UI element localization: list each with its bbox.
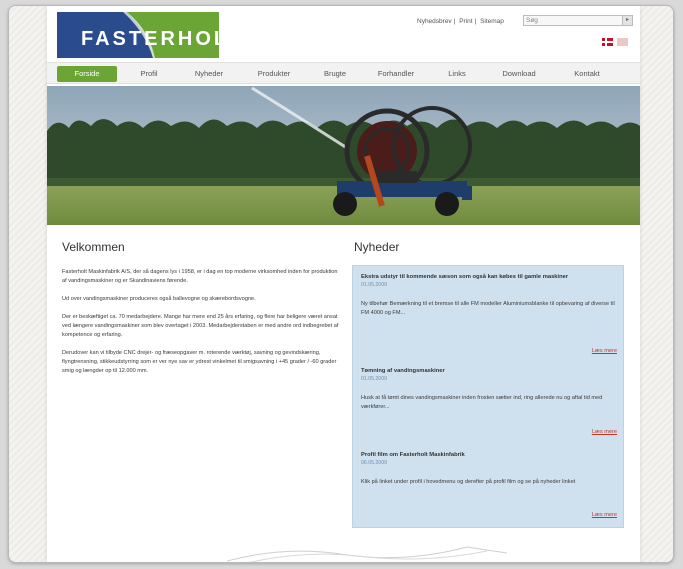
hero-image xyxy=(47,86,640,225)
top-link-print[interactable]: Print xyxy=(459,18,472,25)
welcome-paragraph: Ud over vandingsmaskiner produceres også… xyxy=(62,296,256,302)
nav-item-forhandler[interactable]: Forhandler xyxy=(365,66,427,82)
news-title[interactable]: Ekstra udstyr til kommende sæson som ogs… xyxy=(361,274,617,281)
browser-frame: FASTERHOLT Nyhedsbrev | Print | Sitemap Sø… xyxy=(8,5,674,563)
news-date: 06.05.2009 xyxy=(361,460,387,466)
news-item: Ekstra udstyr til kommende sæson som ogs… xyxy=(361,274,617,318)
news-heading: Nyheder xyxy=(354,240,400,254)
nav-item-kontakt[interactable]: Kontakt xyxy=(557,66,617,82)
news-title[interactable]: Profil film om Fasterholt Maskinfabrik xyxy=(361,452,617,459)
read-more-link[interactable]: Læs mere xyxy=(592,512,617,518)
news-body: Klik på linket under profil i hovedmenu … xyxy=(361,479,576,485)
news-date: 01.05.2009 xyxy=(361,282,387,288)
nav-item-download[interactable]: Download xyxy=(487,66,551,82)
news-item: Profil film om Fasterholt Maskinfabrik 0… xyxy=(361,452,617,487)
news-item: Tømning af vandingsmaskiner 01.05.2009 H… xyxy=(361,368,617,412)
news-body: Husk at få tømt dines vandingsmaskiner i… xyxy=(361,395,603,410)
footer-decoration xyxy=(227,546,507,562)
dk-flag-icon[interactable] xyxy=(602,38,613,46)
welcome-paragraph: Derudover kan vi tilbyde CNC drejer- og … xyxy=(62,350,337,374)
welcome-text: Fasterholt Maskinfabrik A/S, der så dage… xyxy=(62,268,342,385)
gb-flag-icon[interactable] xyxy=(617,38,628,46)
news-date: 01.05.2009 xyxy=(361,376,387,382)
search-button[interactable]: ▸ xyxy=(622,16,632,25)
read-more-link[interactable]: Læs mere xyxy=(592,429,617,435)
page: FASTERHOLT Nyhedsbrev | Print | Sitemap Sø… xyxy=(47,6,640,562)
top-link-sitemap[interactable]: Sitemap xyxy=(480,18,504,25)
nav-item-profil[interactable]: Profil xyxy=(123,66,175,82)
search-input[interactable]: Søg ▸ xyxy=(523,15,633,26)
search-placeholder: Søg xyxy=(526,17,538,24)
logo[interactable]: FASTERHOLT xyxy=(57,12,240,58)
nav-item-produkter[interactable]: Produkter xyxy=(243,66,305,82)
news-title[interactable]: Tømning af vandingsmaskiner xyxy=(361,368,617,375)
nav-item-brugte[interactable]: Brugte xyxy=(310,66,360,82)
main-nav: Forside Profil Nyheder Produkter Brugte … xyxy=(47,62,640,84)
top-link-newsletter[interactable]: Nyhedsbrev xyxy=(417,18,452,25)
welcome-heading: Velkommen xyxy=(62,240,125,254)
welcome-paragraph: Fasterholt Maskinfabrik A/S, der så dage… xyxy=(62,269,338,284)
logo-text: FASTERHOLT xyxy=(81,28,243,50)
nav-item-links[interactable]: Links xyxy=(433,66,481,82)
top-links: Nyhedsbrev | Print | Sitemap xyxy=(417,18,504,25)
news-body: Ny tilbehør Bemærkning til et bremse til… xyxy=(361,301,615,316)
welcome-paragraph: Der er beskæftiget ca. 70 medarbejdere. … xyxy=(62,314,339,338)
read-more-link[interactable]: Læs mere xyxy=(592,348,617,354)
news-box: Ekstra udstyr til kommende sæson som ogs… xyxy=(352,265,624,528)
nav-item-forside[interactable]: Forside xyxy=(57,66,117,82)
nav-item-nyheder[interactable]: Nyheder xyxy=(180,66,238,82)
